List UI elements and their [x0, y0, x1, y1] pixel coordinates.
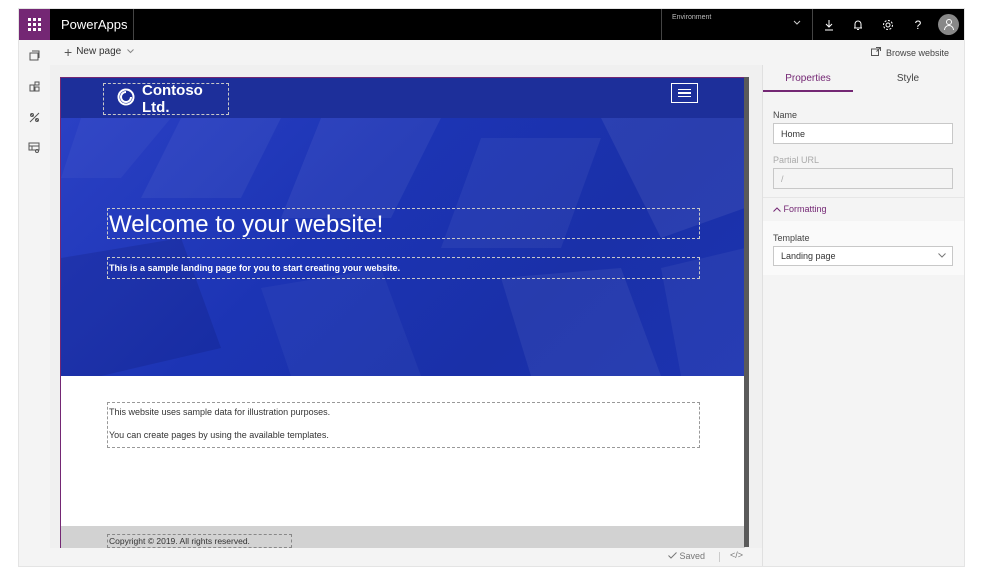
- chevron-down-icon: [127, 47, 135, 56]
- avatar-icon[interactable]: [938, 14, 959, 35]
- template-value: Landing page: [781, 251, 836, 261]
- app-window: PowerApps Environment ? + New page Brows…: [19, 9, 964, 566]
- hero-section[interactable]: Welcome to your website! This is a sampl…: [61, 118, 745, 376]
- content-line-1: This website uses sample data for illust…: [109, 407, 331, 417]
- status-bar: Saved </>: [50, 548, 762, 566]
- partial-url-input: /: [773, 168, 953, 189]
- design-canvas: Contoso Ltd. Welcome to your website! Th…: [50, 65, 762, 566]
- checkmark-icon: [668, 551, 680, 561]
- website-preview: Contoso Ltd. Welcome to your website! Th…: [60, 77, 745, 558]
- themes-icon[interactable]: [27, 110, 41, 124]
- help-icon[interactable]: ?: [905, 9, 931, 40]
- hero-subtitle-component[interactable]: This is a sample landing page for you to…: [107, 257, 700, 279]
- components-icon[interactable]: [27, 79, 41, 93]
- logo-component[interactable]: Contoso Ltd.: [103, 82, 229, 116]
- content-line-2: You can create pages by using the availa…: [109, 430, 329, 440]
- waffle-icon[interactable]: [19, 9, 50, 40]
- partial-url-label: Partial URL: [773, 155, 820, 165]
- contoso-logo-icon: [117, 88, 135, 111]
- chevron-down-icon: [938, 250, 946, 260]
- properties-panel: Properties Style Name Home Partial URL /…: [762, 65, 964, 566]
- formatting-section: Template Landing page: [763, 221, 964, 275]
- template-label: Template: [773, 233, 810, 243]
- name-label: Name: [773, 110, 798, 120]
- saved-label: Saved: [679, 551, 706, 561]
- templates-icon[interactable]: [27, 140, 41, 154]
- new-page-label: New page: [76, 46, 122, 57]
- tab-properties[interactable]: Properties: [763, 73, 853, 92]
- app-title: PowerApps: [61, 17, 128, 32]
- hamburger-menu-icon[interactable]: [671, 83, 698, 103]
- browse-website-button[interactable]: Browse website: [870, 47, 949, 58]
- browse-website-label: Browse website: [885, 47, 949, 58]
- pages-icon[interactable]: [27, 48, 41, 62]
- hero-subtitle: This is a sample landing page for you to…: [109, 263, 401, 273]
- name-input[interactable]: Home: [773, 123, 953, 144]
- logo-text: Contoso Ltd.: [142, 82, 203, 116]
- divider: [719, 552, 720, 562]
- template-dropdown[interactable]: Landing page: [773, 246, 953, 266]
- top-bar: PowerApps Environment ?: [19, 9, 964, 40]
- saved-status: Saved: [668, 551, 705, 561]
- code-editor-button[interactable]: </>: [730, 550, 743, 560]
- formatting-section-header[interactable]: Formatting: [763, 197, 964, 221]
- formatting-label: Formatting: [783, 204, 827, 214]
- preview-scrollbar[interactable]: [744, 77, 749, 547]
- environment-label[interactable]: Environment: [672, 14, 711, 21]
- copyright-component[interactable]: Copyright © 2019. All rights reserved.: [107, 534, 292, 548]
- download-icon[interactable]: [816, 9, 842, 40]
- bell-icon[interactable]: [845, 9, 871, 40]
- hero-title: Welcome to your website!: [109, 211, 384, 238]
- new-page-button[interactable]: + New page: [64, 43, 135, 60]
- tab-style[interactable]: Style: [863, 73, 953, 84]
- text-component[interactable]: This website uses sample data for illust…: [107, 402, 700, 448]
- plus-icon: +: [64, 43, 73, 60]
- site-header[interactable]: Contoso Ltd.: [61, 78, 745, 118]
- hero-title-component[interactable]: Welcome to your website!: [107, 208, 700, 239]
- left-rail: [19, 40, 50, 566]
- copyright-text: Copyright © 2019. All rights reserved.: [109, 536, 250, 546]
- hero-background-pattern: [61, 118, 745, 376]
- chevron-up-icon: [773, 207, 781, 212]
- divider: [133, 9, 134, 40]
- formatting-toggle[interactable]: Formatting: [773, 204, 827, 214]
- divider: [812, 9, 813, 40]
- divider: [661, 9, 662, 40]
- open-external-icon: [870, 47, 881, 58]
- gear-icon[interactable]: [875, 9, 901, 40]
- command-bar: + New page Browse website: [50, 40, 964, 65]
- chevron-down-icon[interactable]: [793, 18, 801, 29]
